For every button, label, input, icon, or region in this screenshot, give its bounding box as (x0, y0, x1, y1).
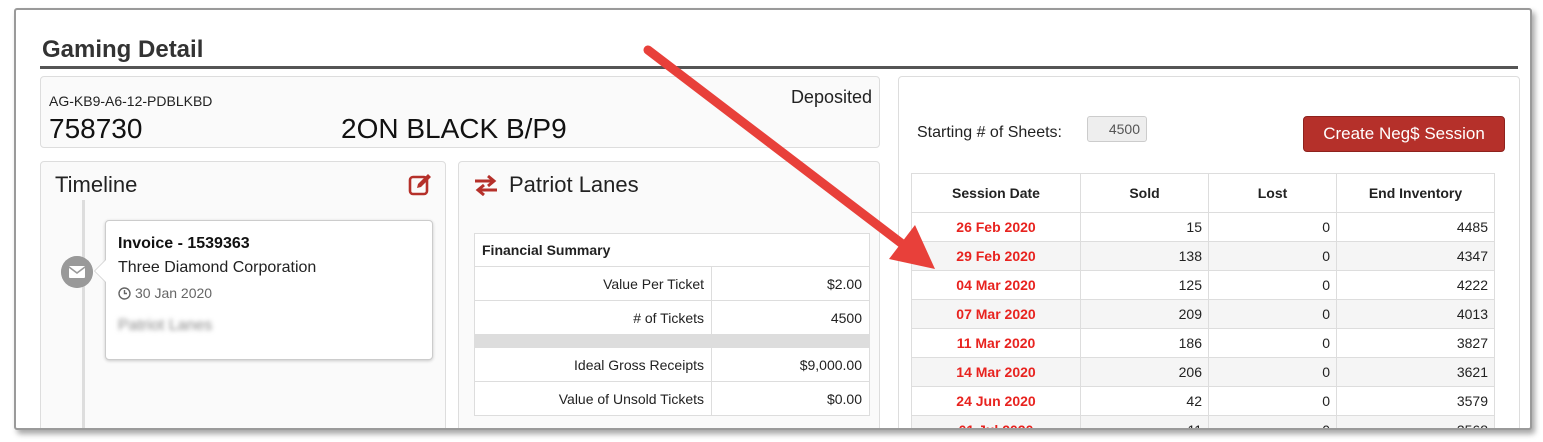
column-header[interactable]: Lost (1208, 173, 1337, 213)
end-inventory-cell: 3568 (1336, 415, 1495, 428)
game-header-card: AG-KB9-A6-12-PDBLKBD 758730 2ON BLACK B/… (40, 76, 880, 148)
session-date[interactable]: 11 Mar 2020 (911, 328, 1081, 358)
timeline-title: Timeline (55, 172, 138, 197)
row-label: Value of Unsold Tickets (474, 381, 712, 416)
row-label: Value Per Ticket (474, 266, 712, 301)
table-row: # of Tickets 4500 (474, 300, 870, 335)
session-date[interactable]: 01 Jul 2020 (911, 415, 1081, 428)
end-inventory-cell: 4222 (1336, 270, 1495, 300)
session-date[interactable]: 14 Mar 2020 (911, 357, 1081, 387)
end-inventory-cell: 4347 (1336, 241, 1495, 271)
session-date[interactable]: 29 Feb 2020 (911, 241, 1081, 271)
end-inventory-cell: 4485 (1336, 212, 1495, 242)
row-label: # of Tickets (474, 300, 712, 335)
game-name: 2ON BLACK B/P9 (341, 113, 567, 144)
timeline-entry[interactable]: Invoice - 1539363 Three Diamond Corporat… (94, 220, 433, 360)
invoice-date: 30 Jan 2020 (135, 285, 213, 301)
table-row: 14 Mar 2020 206 0 3621 (911, 357, 1495, 387)
row-value: $0.00 (711, 381, 870, 416)
lost-cell: 0 (1208, 386, 1337, 416)
title-divider (40, 66, 1518, 69)
sold-cell: 15 (1080, 212, 1209, 242)
table-row: 24 Jun 2020 42 0 3579 (911, 386, 1495, 416)
game-code: AG-KB9-A6-12-PDBLKBD (49, 93, 213, 109)
table-row: 04 Mar 2020 125 0 4222 (911, 270, 1495, 300)
invoice-date-row: 30 Jan 2020 (118, 285, 212, 301)
sold-cell: 11 (1080, 415, 1209, 428)
timeline-line (82, 200, 85, 428)
edit-icon[interactable] (407, 172, 433, 198)
table-row: 07 Mar 2020 209 0 4013 (911, 299, 1495, 329)
row-value: $9,000.00 (711, 347, 870, 382)
table-row: Value Per Ticket $2.00 (474, 266, 870, 301)
game-number: 758730 (49, 113, 143, 144)
financial-summary-table: Financial Summary Value Per Ticket $2.00… (474, 233, 870, 416)
end-inventory-cell: 3621 (1336, 357, 1495, 387)
status-label: Deposited (790, 87, 872, 107)
session-date[interactable]: 04 Mar 2020 (911, 270, 1081, 300)
end-inventory-cell: 4013 (1336, 299, 1495, 329)
page-title: Gaming Detail (42, 36, 204, 63)
financial-summary-title: Financial Summary (474, 233, 870, 267)
lost-cell: 0 (1208, 357, 1337, 387)
create-neg-session-button[interactable]: Create Neg$ Session (1303, 116, 1505, 152)
lost-cell: 0 (1208, 270, 1337, 300)
session-date[interactable]: 07 Mar 2020 (911, 299, 1081, 329)
timeline-panel: Timeline Invoice - 1539363 Three Diamond… (40, 161, 446, 428)
sessions-panel: Starting # of Sheets: 4500 Create Neg$ S… (898, 76, 1520, 428)
table-row: 26 Feb 2020 15 0 4485 (911, 212, 1495, 242)
clock-icon (118, 286, 131, 300)
lost-cell: 0 (1208, 328, 1337, 358)
screenshot-frame: Gaming Detail AG-KB9-A6-12-PDBLKBD 75873… (14, 8, 1532, 430)
table-header-row: Session Date Sold Lost End Inventory (911, 173, 1495, 213)
location-name: Patriot Lanes (509, 172, 639, 197)
column-header[interactable]: End Inventory (1336, 173, 1495, 213)
session-date[interactable]: 24 Jun 2020 (911, 386, 1081, 416)
invoice-location-blurred: Patriot Lanes (118, 317, 213, 334)
table-row: 29 Feb 2020 138 0 4347 (911, 241, 1495, 271)
end-inventory-cell: 3579 (1336, 386, 1495, 416)
transfer-arrows-icon (475, 174, 497, 196)
sold-cell: 125 (1080, 270, 1209, 300)
envelope-icon (61, 256, 93, 288)
table-row: 01 Jul 2020 11 0 3568 (911, 415, 1495, 428)
column-header[interactable]: Session Date (911, 173, 1081, 213)
row-value: $2.00 (711, 266, 870, 301)
lost-cell: 0 (1208, 415, 1337, 428)
sold-cell: 138 (1080, 241, 1209, 271)
starting-sheets-label: Starting # of Sheets: (917, 124, 1062, 141)
table-separator (474, 334, 870, 348)
sessions-table-body: 26 Feb 2020 15 0 4485 29 Feb 2020 138 0 4347 04 … (911, 212, 1495, 428)
lost-cell: 0 (1208, 212, 1337, 242)
row-value: 4500 (711, 300, 870, 335)
table-row: Value of Unsold Tickets $0.00 (474, 381, 870, 416)
session-date[interactable]: 26 Feb 2020 (911, 212, 1081, 242)
invoice-title: Invoice - 1539363 (118, 235, 250, 252)
lost-cell: 0 (1208, 241, 1337, 271)
table-row: Ideal Gross Receipts $9,000.00 (474, 347, 870, 382)
table-row: 11 Mar 2020 186 0 3827 (911, 328, 1495, 358)
location-panel: Patriot Lanes Financial Summary Value Pe… (458, 161, 880, 428)
end-inventory-cell: 3827 (1336, 328, 1495, 358)
sold-cell: 186 (1080, 328, 1209, 358)
starting-sheets-field[interactable]: 4500 (1087, 116, 1147, 142)
row-label: Ideal Gross Receipts (474, 347, 712, 382)
sold-cell: 209 (1080, 299, 1209, 329)
column-header[interactable]: Sold (1080, 173, 1209, 213)
invoice-company: Three Diamond Corporation (118, 259, 317, 276)
sold-cell: 206 (1080, 357, 1209, 387)
sessions-table: Session Date Sold Lost End Inventory 26 … (911, 173, 1495, 428)
sold-cell: 42 (1080, 386, 1209, 416)
lost-cell: 0 (1208, 299, 1337, 329)
